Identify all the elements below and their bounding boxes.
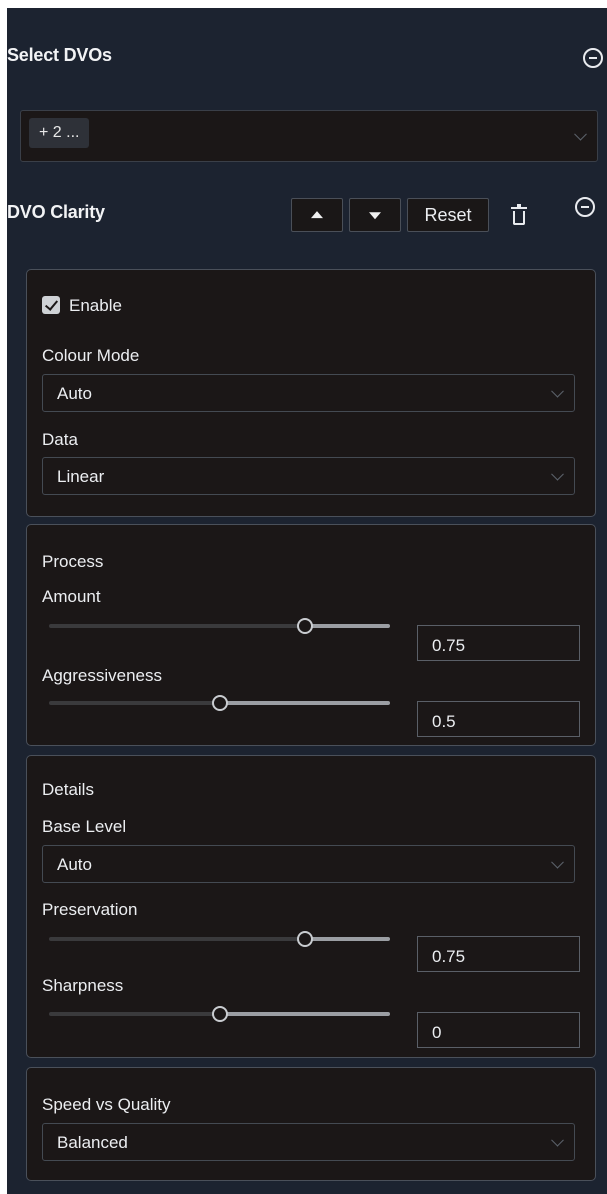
aggressiveness-input[interactable]: 0.5 [417, 701, 580, 737]
dvo-select-combo[interactable]: + 2 ... [20, 110, 598, 162]
amount-input[interactable]: 0.75 [417, 625, 580, 661]
move-up-button[interactable] [291, 198, 343, 232]
amount-slider[interactable] [49, 618, 390, 634]
sharpness-input[interactable]: 0 [417, 1012, 580, 1048]
chevron-down-icon [574, 127, 587, 141]
chevron-down-icon [551, 384, 564, 398]
aggressiveness-label: Aggressiveness [42, 666, 163, 685]
collapse-effect-icon[interactable] [575, 197, 595, 217]
slider-thumb[interactable] [296, 931, 313, 947]
reset-button[interactable]: Reset [407, 198, 489, 232]
arrow-up-icon [311, 211, 323, 219]
speed-quality-select[interactable]: Balanced [42, 1123, 575, 1161]
enable-checkbox[interactable] [42, 296, 60, 314]
trash-icon[interactable] [511, 204, 527, 225]
chevron-down-icon [551, 467, 564, 481]
move-down-button[interactable] [349, 198, 401, 232]
arrow-down-icon [369, 212, 381, 220]
slider-track-left [49, 624, 305, 628]
chevron-down-icon [551, 1133, 564, 1147]
speed-quality-label: Speed vs Quality [42, 1095, 171, 1114]
data-select[interactable]: Linear [42, 457, 575, 495]
selected-dvos-chip[interactable]: + 2 ... [29, 118, 90, 148]
base-level-value: Auto [57, 855, 92, 874]
enable-label: Enable [69, 296, 122, 315]
colour-mode-select[interactable]: Auto [42, 374, 575, 412]
collapse-select-dvos-icon[interactable] [583, 48, 603, 68]
details-section-label: Details [42, 780, 94, 799]
dvo-panel: Select DVOs + 2 ... DVO Clarity Reset En… [7, 8, 607, 1194]
slider-track-right [304, 624, 390, 628]
base-level-label: Base Level [42, 817, 127, 836]
slider-track-left [49, 701, 220, 705]
amount-label: Amount [42, 587, 101, 606]
process-section-label: Process [42, 552, 104, 571]
slider-thumb[interactable] [296, 618, 313, 634]
base-level-select[interactable]: Auto [42, 845, 575, 883]
colour-mode-label: Colour Mode [42, 346, 140, 365]
colour-mode-value: Auto [57, 384, 92, 403]
preservation-input[interactable]: 0.75 [417, 936, 580, 972]
preservation-slider[interactable] [49, 931, 390, 947]
speed-quality-group: Speed vs Quality Balanced [26, 1067, 596, 1181]
chevron-down-icon [551, 855, 564, 869]
sharpness-label: Sharpness [42, 976, 124, 995]
preservation-label: Preservation [42, 900, 138, 919]
effect-title: DVO Clarity [7, 202, 105, 222]
slider-track-right [304, 937, 390, 941]
slider-thumb[interactable] [211, 695, 228, 711]
slider-track-left [49, 937, 305, 941]
speed-quality-value: Balanced [57, 1133, 128, 1152]
sharpness-slider[interactable] [49, 1006, 390, 1022]
select-dvos-title: Select DVOs [7, 45, 112, 65]
details-group: Details Base Level Auto Preservation 0.7… [26, 755, 596, 1058]
slider-thumb[interactable] [211, 1006, 228, 1022]
slider-track-right [219, 701, 390, 705]
aggressiveness-slider[interactable] [49, 695, 390, 711]
process-group: Process Amount 0.75 Aggressiveness 0.5 [26, 524, 596, 746]
data-value: Linear [57, 467, 105, 486]
data-label: Data [42, 430, 78, 449]
enable-group: Enable Colour Mode Auto Data Linear [26, 269, 596, 517]
slider-track-left [49, 1012, 220, 1016]
slider-track-right [219, 1012, 390, 1016]
